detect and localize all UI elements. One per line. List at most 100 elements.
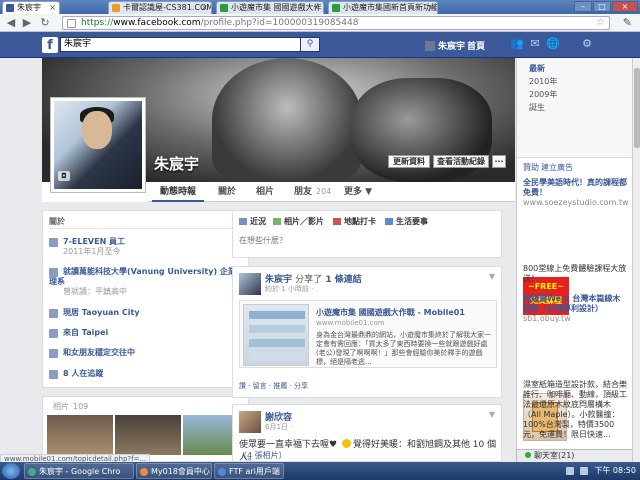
site-icon xyxy=(112,4,120,12)
home-link[interactable]: 首頁 xyxy=(467,39,485,52)
home-icon xyxy=(49,309,58,318)
tab-profile[interactable]: 朱宸宇 × xyxy=(2,1,60,14)
update-info-button[interactable]: 更新資料 xyxy=(388,155,430,168)
avatar[interactable] xyxy=(239,273,261,295)
chevron-down-icon[interactable]: ▼ xyxy=(489,410,495,419)
chat-bar[interactable]: 聊天室(21) xyxy=(516,449,632,462)
site-icon xyxy=(220,4,228,12)
clock[interactable]: 下午 08:50 xyxy=(594,463,636,479)
maximize-button[interactable]: □ xyxy=(593,1,611,12)
year-item[interactable]: 2010年 xyxy=(529,75,633,88)
app-icon xyxy=(140,468,148,476)
url-input[interactable]: https://www.facebook.com/profile.php?id=… xyxy=(62,16,610,30)
about-item-current-city[interactable]: 現居 Taoyuan City xyxy=(49,308,245,318)
timeline-post: 謝欣容 6月1日 · ▼ 使眾要一直幸福下去喔♥ 覺得好美暖：和劉旭鋼及其他 1… xyxy=(232,404,502,463)
close-icon[interactable]: × xyxy=(313,2,320,14)
ad-title[interactable]: 超級賣West 台灣本篇線木蒜鹿（台灣專利設計） xyxy=(523,294,627,314)
post-time[interactable]: 約於 1 小時前 · xyxy=(265,284,313,294)
tab-mobile01-a[interactable]: 小遊魔市集 國國遊戲大作 × xyxy=(216,1,324,14)
forward-icon[interactable]: ▶ xyxy=(20,16,34,30)
messages-icon[interactable]: ✉ xyxy=(528,37,542,51)
tab-more[interactable]: 更多 ▼ xyxy=(344,182,372,202)
profile-picture[interactable]: ◘ xyxy=(50,97,146,193)
post-link-word[interactable]: 1 條連結 xyxy=(325,275,361,285)
close-window-button[interactable]: × xyxy=(612,1,638,12)
composer-place[interactable]: 地點打卡 xyxy=(333,216,376,227)
tab-timeline[interactable]: 動態時報 xyxy=(152,182,204,202)
about-item-relationship[interactable]: 和女朋友穩定交往中 xyxy=(49,348,245,358)
ad-item[interactable]: 800堂線上免費體驗課程大放送！ xyxy=(523,264,627,284)
photos-count: 109 xyxy=(73,402,89,411)
bookmark-star-icon[interactable]: ☆ xyxy=(596,17,605,29)
more-options-button[interactable]: ··· xyxy=(492,155,506,168)
photo-thumbnail[interactable] xyxy=(115,415,181,455)
create-ad-link[interactable]: 建立廣告 xyxy=(541,162,573,173)
close-icon[interactable]: × xyxy=(427,2,434,14)
ad-item[interactable]: 濕室紙箱造型設計款，結合樂誰行、咖啡廳、動線，頂級工法最還原木紋底閂層構木（Al… xyxy=(523,380,627,450)
start-button[interactable] xyxy=(2,463,20,479)
back-icon[interactable]: ◀ xyxy=(4,16,18,30)
reload-icon[interactable]: ↻ xyxy=(38,16,52,30)
ad-title[interactable]: 全民學美語時代！真的課程都免費！ xyxy=(523,178,627,198)
tab-photos[interactable]: 相片 xyxy=(256,182,274,202)
right-column: 最新 2010年 2009年 誕生 贊助 建立廣告 全民學美語時代！真的課程都免… xyxy=(516,58,633,462)
year-item[interactable]: 2009年 xyxy=(529,88,633,101)
wrench-icon[interactable]: ✎ xyxy=(623,16,632,29)
avatar[interactable] xyxy=(239,411,261,433)
about-item-followers[interactable]: 8 人在追蹤 xyxy=(49,369,245,379)
tab-friends[interactable]: 朋友 204 xyxy=(294,182,331,202)
about-item-title: 8 人在追蹤 xyxy=(63,369,104,378)
taskbar-item[interactable]: 朱宸宇 - Google Chro xyxy=(24,463,134,479)
photo-count-link[interactable]: （4 張相片） xyxy=(239,450,287,461)
scrollbar-thumb[interactable] xyxy=(634,68,640,148)
search-icon[interactable]: ⚲ xyxy=(300,37,320,52)
friend-requests-icon[interactable]: 👥 xyxy=(510,37,524,51)
chevron-down-icon[interactable]: ▼ xyxy=(489,272,495,281)
network-icon[interactable] xyxy=(566,467,575,475)
tab-mobile01-b[interactable]: 小遊魔市集國新首頁新功能 × xyxy=(328,1,438,14)
settings-icon[interactable]: ⚙ xyxy=(580,37,594,51)
volume-icon[interactable] xyxy=(580,467,589,475)
close-icon[interactable]: × xyxy=(201,2,208,14)
post-actions[interactable]: 讚 · 留言 · 推薦 · 分享 xyxy=(239,381,308,391)
facebook-logo[interactable]: f xyxy=(42,37,58,53)
year-item[interactable]: 誕生 xyxy=(529,101,633,114)
tab-about[interactable]: 關於 xyxy=(218,182,236,202)
ad-item[interactable]: 超級賣West 台灣本篇線木蒜鹿（台灣專利設計） sb1.obuy.tw xyxy=(523,294,627,324)
about-item-work[interactable]: 7-ELEVEN 員工 2011年1月至今 xyxy=(49,237,245,257)
post-time[interactable]: 6月1日 · xyxy=(265,422,292,432)
about-section: 關於 7-ELEVEN 員工 2011年1月至今 就讀萬能科技大學(Vanung … xyxy=(42,210,249,388)
thumbnail-bar xyxy=(249,353,305,361)
url-scheme: https:// xyxy=(81,18,114,28)
facebook-icon xyxy=(6,4,14,12)
scrollbar[interactable] xyxy=(632,58,640,462)
avatar xyxy=(425,41,435,51)
tab-label: 小遊魔市集國新首頁新功能 xyxy=(343,3,438,12)
link-title[interactable]: 小遊魔市集 國國遊戲大作戰 - Mobile01 xyxy=(316,307,465,318)
about-item-education[interactable]: 就讀萬能科技大學(Vanung University) 企業管理系 曾就讀：平鎮高… xyxy=(49,267,245,297)
top-user-name: 朱宸宇 xyxy=(438,42,466,52)
about-item-hometown[interactable]: 來自 Taipei xyxy=(49,328,245,338)
top-user-link[interactable]: 朱宸宇 xyxy=(425,39,465,52)
minimize-button[interactable]: – xyxy=(574,1,592,12)
composer-input[interactable]: 在想些什麼？ xyxy=(239,235,287,246)
close-icon[interactable]: × xyxy=(49,2,56,14)
tab-cs381[interactable]: 卡爾認識屋-CS381.COM × xyxy=(108,1,212,14)
photo-thumbnail[interactable] xyxy=(47,415,113,455)
composer-photo[interactable]: 相片／影片 xyxy=(273,216,324,227)
ad-body: 800堂線上免費體驗課程大放送！ xyxy=(523,264,627,283)
shared-link-card[interactable]: 小遊魔市集 國國遊戲大作戰 - Mobile01 www.mobile01.co… xyxy=(239,300,497,368)
search-input[interactable]: 朱宸宇 ⚲ xyxy=(60,37,320,52)
notifications-icon[interactable]: 🌐 xyxy=(546,37,560,51)
activity-log-button[interactable]: 查看活動紀錄 xyxy=(433,155,489,168)
taskbar-item[interactable]: FTF ari用戶端 xyxy=(214,463,284,479)
composer-action-label: 相片／影片 xyxy=(284,217,324,226)
year-item[interactable]: 最新 xyxy=(529,62,633,75)
composer-life-event[interactable]: 生活要事 xyxy=(385,216,428,227)
composer-status[interactable]: 近況 xyxy=(239,216,266,227)
post-composer: 近況 相片／影片 地點打卡 生活要事 在想些什麼？ xyxy=(232,210,502,258)
photos-header[interactable]: 相片 109 xyxy=(49,401,88,412)
camera-icon[interactable]: ◘ xyxy=(58,171,70,181)
taskbar-item[interactable]: My018會員中心 - 工 xyxy=(136,463,212,479)
ad-item[interactable]: 全民學美語時代！真的課程都免費！ www.soezeystudio.com.tw xyxy=(523,178,629,208)
